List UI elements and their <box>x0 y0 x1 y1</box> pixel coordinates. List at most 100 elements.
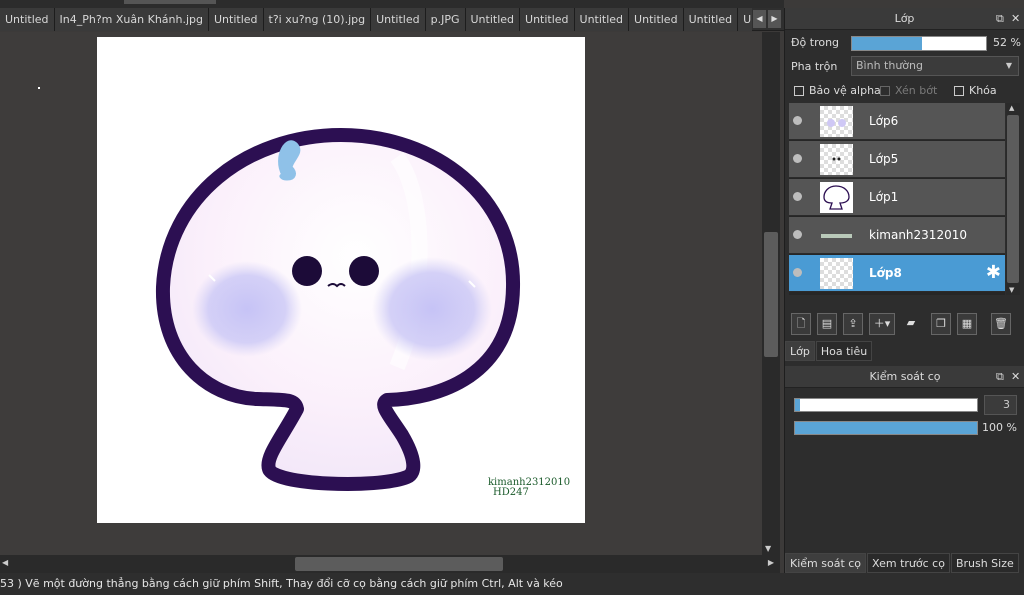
tab-layer[interactable]: Lớp <box>785 341 815 361</box>
layer-toolbar: 🗋 ▤ ⇪ ＋▾ ▰ ❐ ▦ 🗑 <box>789 313 1021 335</box>
document-tab[interactable]: Untitled <box>738 8 752 31</box>
tab-scroll-right-icon[interactable]: ▶ <box>768 10 781 28</box>
layer-row[interactable]: Lớp6 <box>789 103 1005 140</box>
layer-name: Lớp6 <box>869 114 899 128</box>
layer-name: kimanh2312010 <box>869 228 967 242</box>
document-tab[interactable]: Untitled <box>209 8 264 31</box>
blend-mode-value: Bình thường <box>856 59 923 72</box>
brush-panel-title: Kiểm soát cọ <box>869 370 941 383</box>
protect-alpha-label: Bảo vệ alpha <box>809 84 881 97</box>
gear-icon[interactable]: ✱ <box>986 263 1001 283</box>
opacity-value: 52 % <box>993 36 1021 49</box>
blend-label: Pha trộn <box>791 60 838 73</box>
layer-list-scrollbar[interactable]: ▲ ▼ <box>1006 103 1020 295</box>
undock-icon[interactable]: ⧉ <box>996 366 1004 388</box>
blend-mode-select[interactable]: Bình thường ▼ <box>851 56 1019 76</box>
visibility-eye-icon[interactable] <box>793 154 802 163</box>
tab-navigator[interactable]: Hoa tiêu <box>815 341 873 361</box>
document-tab[interactable]: Untitled <box>574 8 630 31</box>
brush-opacity-fill <box>795 422 977 434</box>
new-layer-icon[interactable]: 🗋 <box>791 313 811 335</box>
document-tabs: Untitled In4_Ph?m Xuân Khánh.jpg Untitled t… <box>0 8 752 31</box>
brush-opacity-slider[interactable] <box>794 421 978 435</box>
checkbox-box <box>794 85 804 96</box>
layer-panel-title: Lớp <box>894 12 915 25</box>
top-strip-button[interactable] <box>124 0 216 4</box>
opacity-row: Độ trong 52 % <box>785 30 1024 56</box>
brush-panel-tabs: Kiểm soát cọ Xem trước cọ Brush Size <box>785 553 1020 573</box>
opacity-slider[interactable] <box>851 36 987 51</box>
top-strip <box>0 0 784 8</box>
blend-row: Pha trộn Bình thường ▼ <box>785 56 1024 78</box>
document-tab[interactable]: t?i xu?ng (10).jpg <box>263 8 372 31</box>
tab-brush-size[interactable]: Brush Size <box>950 553 1019 573</box>
brush-panel-header: Kiểm soát cọ ⧉ ✕ <box>785 366 1024 388</box>
merge-layer-icon[interactable]: ▦ <box>957 313 977 335</box>
checkbox-box <box>880 85 890 96</box>
document-tab[interactable]: Untitled <box>371 8 426 31</box>
canvas-horizontal-scrollbar[interactable]: ◀ ▶ <box>0 555 780 573</box>
add-layer-menu-icon[interactable]: ＋▾ <box>869 313 895 335</box>
document-tab[interactable]: Untitled <box>629 8 684 31</box>
artwork-illustration: kimanh2312010 HD247 <box>155 128 570 498</box>
close-icon[interactable]: ✕ <box>1011 366 1020 388</box>
visibility-eye-icon[interactable] <box>793 230 802 239</box>
clipping-checkbox[interactable]: Xén bớt <box>880 84 937 97</box>
right-panel: Lớp ⧉ ✕ Độ trong 52 % Pha trộn Bình thườ… <box>784 8 1024 573</box>
checkbox-box <box>954 85 964 96</box>
delete-layer-icon[interactable]: 🗑 <box>991 313 1011 335</box>
drawing-canvas[interactable]: kimanh2312010 HD247 <box>97 37 585 523</box>
document-tab[interactable]: Untitled <box>520 8 575 31</box>
layer-row-selected[interactable]: Lớp8 ✱ <box>789 255 1005 292</box>
layer-thumbnail <box>820 220 853 251</box>
brush-size-input[interactable]: 3 <box>984 395 1017 415</box>
folder-icon[interactable]: ▰ <box>901 313 921 335</box>
layer-panel-header: Lớp ⧉ ✕ <box>785 8 1024 30</box>
layer-options-row: Bảo vệ alpha Xén bớt Khóa <box>785 84 1024 100</box>
layer-thumbnail <box>820 182 853 213</box>
layer-thumbnail-art <box>823 185 850 210</box>
undock-icon[interactable]: ⧉ <box>996 8 1004 30</box>
app-window: Untitled In4_Ph?m Xuân Khánh.jpg Untitled t… <box>0 0 1024 595</box>
layer-name: Lớp8 <box>869 266 902 280</box>
horizontal-scroll-thumb[interactable] <box>295 557 503 571</box>
lock-label: Khóa <box>969 84 997 97</box>
duplicate-layer-icon[interactable]: ❐ <box>931 313 951 335</box>
visibility-eye-icon[interactable] <box>793 192 802 201</box>
scroll-up-icon[interactable]: ▲ <box>1009 104 1014 112</box>
visibility-eye-icon[interactable] <box>793 116 802 125</box>
close-icon[interactable]: ✕ <box>1011 8 1020 30</box>
canvas-vertical-scrollbar[interactable]: ▼ <box>762 32 780 555</box>
signature-text-2: HD247 <box>493 487 529 498</box>
brush-opacity-value: 100 % <box>982 421 1017 434</box>
tab-brush-preview[interactable]: Xem trước cọ <box>867 553 950 573</box>
visibility-eye-icon[interactable] <box>793 268 802 277</box>
tab-scroll-left-icon[interactable]: ◀ <box>753 10 766 28</box>
canvas-area[interactable]: kimanh2312010 HD247 <box>0 32 762 555</box>
layer-row[interactable]: kimanh2312010 <box>789 217 1005 254</box>
scroll-down-icon[interactable]: ▼ <box>765 544 771 553</box>
document-tab[interactable]: Untitled <box>0 8 55 31</box>
document-tab-bar: Untitled In4_Ph?m Xuân Khánh.jpg Untitled t… <box>0 8 784 31</box>
document-tab[interactable]: p.JPG <box>425 8 466 31</box>
tab-brush-control[interactable]: Kiểm soát cọ <box>785 553 867 573</box>
protect-alpha-checkbox[interactable]: Bảo vệ alpha <box>794 84 881 97</box>
brush-size-fill <box>795 399 801 411</box>
brush-size-slider[interactable] <box>794 398 978 412</box>
import-layer-icon[interactable]: ⇪ <box>843 313 863 335</box>
layer-thumbnail <box>820 144 853 175</box>
new-layer-from-file-icon[interactable]: ▤ <box>817 313 837 335</box>
scroll-right-icon[interactable]: ▶ <box>768 558 774 567</box>
layer-row[interactable]: Lớp5 <box>789 141 1005 178</box>
layer-scroll-thumb[interactable] <box>1007 115 1019 283</box>
document-tab[interactable]: In4_Ph?m Xuân Khánh.jpg <box>54 8 209 31</box>
document-tab[interactable]: Untitled <box>683 8 739 31</box>
layer-row[interactable]: Lớp1 <box>789 179 1005 216</box>
scroll-down-icon[interactable]: ▼ <box>1009 286 1014 294</box>
document-tab[interactable]: Untitled <box>465 8 521 31</box>
vertical-scroll-thumb[interactable] <box>764 232 778 357</box>
scroll-left-icon[interactable]: ◀ <box>2 558 8 567</box>
layer-thumbnail <box>820 106 853 137</box>
layer-name: Lớp5 <box>869 152 899 166</box>
lock-checkbox[interactable]: Khóa <box>954 84 997 97</box>
